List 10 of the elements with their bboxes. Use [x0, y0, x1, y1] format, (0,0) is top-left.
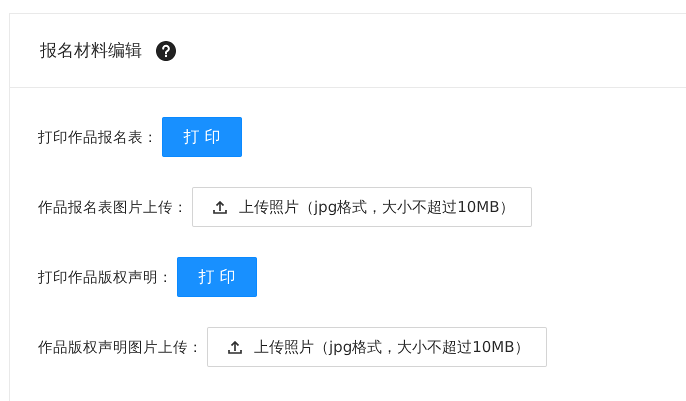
upload-button[interactable]: 上传照片（jpg格式，大小不超过10MB）: [207, 327, 547, 367]
help-icon: [156, 40, 176, 60]
upload-button[interactable]: 上传照片（jpg格式，大小不超过10MB）: [192, 187, 532, 227]
field-label: 作品版权声明图片上传：: [38, 338, 203, 356]
card-title: 报名材料编辑: [40, 40, 142, 62]
field-label: 作品报名表图片上传：: [38, 198, 188, 216]
field-label: 打印作品报名表：: [38, 128, 158, 146]
upload-icon: [228, 340, 242, 354]
upload-icon: [213, 200, 227, 214]
field-label: 打印作品版权声明：: [38, 268, 173, 286]
